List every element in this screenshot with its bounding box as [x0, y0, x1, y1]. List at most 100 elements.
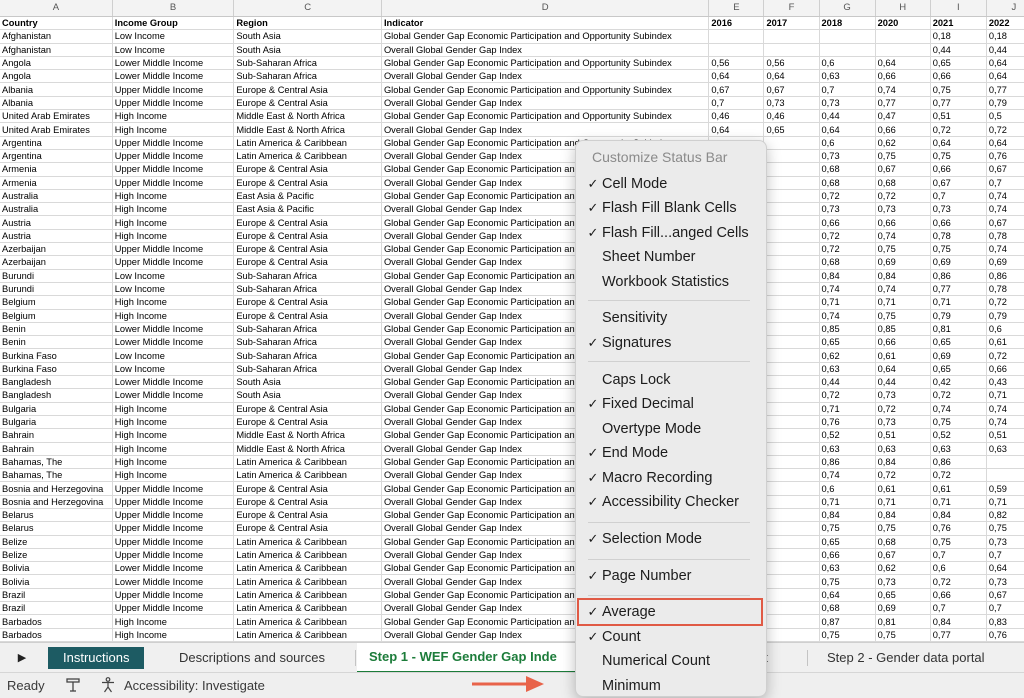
- table-cell[interactable]: 0,64: [763, 69, 820, 84]
- table-cell[interactable]: 0,66: [986, 362, 1024, 377]
- table-cell[interactable]: Upper Middle Income: [112, 548, 235, 563]
- table-cell[interactable]: 0,61: [930, 481, 987, 496]
- column-header[interactable]: E: [708, 0, 765, 17]
- table-cell[interactable]: 0,63: [819, 442, 876, 456]
- table-cell[interactable]: [763, 43, 820, 57]
- table-cell[interactable]: Afghanistan: [0, 29, 113, 44]
- table-cell[interactable]: Low Income: [112, 43, 235, 57]
- table-cell[interactable]: Brazil: [0, 601, 113, 616]
- table-cell[interactable]: Belarus: [0, 508, 113, 523]
- header-cell[interactable]: 2016: [708, 16, 765, 31]
- table-cell[interactable]: High Income: [112, 295, 235, 310]
- table-cell[interactable]: South Asia: [233, 375, 382, 390]
- table-cell[interactable]: 0,18: [986, 29, 1024, 44]
- table-cell[interactable]: Latin America & Caribbean: [233, 628, 382, 642]
- table-cell[interactable]: Belize: [0, 548, 113, 563]
- header-cell[interactable]: 2021: [930, 16, 987, 31]
- table-cell[interactable]: 0,73: [763, 96, 820, 111]
- scroll-tabs-right-icon[interactable]: ▶: [12, 650, 32, 666]
- table-cell[interactable]: [763, 495, 820, 509]
- table-cell[interactable]: 0,71: [875, 295, 931, 310]
- table-cell[interactable]: 0,63: [819, 69, 876, 84]
- table-cell[interactable]: Latin America & Caribbean: [233, 588, 382, 603]
- table-cell[interactable]: Sub-Saharan Africa: [233, 69, 382, 84]
- table-cell[interactable]: 0,69: [875, 255, 931, 270]
- table-cell[interactable]: 0,7: [986, 601, 1024, 616]
- menu-item-minimum[interactable]: Minimum: [578, 675, 764, 696]
- table-cell[interactable]: Latin America & Caribbean: [233, 601, 382, 616]
- table-cell[interactable]: 0,67: [986, 215, 1024, 230]
- table-cell[interactable]: 0,73: [819, 96, 876, 111]
- table-cell[interactable]: High Income: [112, 202, 235, 217]
- table-cell[interactable]: [763, 601, 820, 616]
- table-cell[interactable]: 0,61: [875, 348, 931, 363]
- table-cell[interactable]: 0,63: [986, 442, 1024, 456]
- table-cell[interactable]: Armenia: [0, 162, 113, 177]
- table-cell[interactable]: 0,82: [986, 508, 1024, 523]
- table-cell[interactable]: Upper Middle Income: [112, 176, 235, 190]
- accessibility-status[interactable]: Accessibility: Investigate: [124, 678, 265, 693]
- table-cell[interactable]: [763, 322, 820, 337]
- table-cell[interactable]: 0,73: [875, 388, 931, 403]
- table-cell[interactable]: Europe & Central Asia: [233, 96, 382, 111]
- table-cell[interactable]: [708, 43, 765, 57]
- table-cell[interactable]: [819, 43, 876, 57]
- table-cell[interactable]: 0,85: [819, 322, 876, 337]
- table-cell[interactable]: 0,71: [930, 495, 987, 509]
- table-cell[interactable]: Lower Middle Income: [112, 388, 235, 403]
- table-cell[interactable]: Middle East & North Africa: [233, 109, 382, 124]
- table-cell[interactable]: High Income: [112, 628, 235, 642]
- table-cell[interactable]: 0,87: [819, 614, 876, 629]
- table-cell[interactable]: 0,72: [819, 388, 876, 403]
- table-cell[interactable]: 0,51: [875, 428, 931, 443]
- table-cell[interactable]: 0,67: [986, 588, 1024, 603]
- table-cell[interactable]: [763, 375, 820, 390]
- table-cell[interactable]: East Asia & Pacific: [233, 189, 382, 204]
- table-cell[interactable]: Belgium: [0, 295, 113, 310]
- table-cell[interactable]: 0,68: [819, 601, 876, 616]
- table-cell[interactable]: 0,52: [819, 428, 876, 443]
- table-cell[interactable]: Upper Middle Income: [112, 521, 235, 536]
- table-cell[interactable]: Europe & Central Asia: [233, 176, 382, 190]
- table-cell[interactable]: United Arab Emirates: [0, 109, 113, 124]
- table-cell[interactable]: Middle East & North Africa: [233, 122, 382, 137]
- table-cell[interactable]: Europe & Central Asia: [233, 495, 382, 509]
- table-cell[interactable]: Azerbaijan: [0, 255, 113, 270]
- table-cell[interactable]: South Asia: [233, 43, 382, 57]
- table-cell[interactable]: [763, 215, 820, 230]
- table-cell[interactable]: Low Income: [112, 269, 235, 283]
- table-cell[interactable]: 0,63: [819, 362, 876, 377]
- table-cell[interactable]: Overall Global Gender Gap Index: [381, 69, 710, 84]
- column-header[interactable]: G: [819, 0, 876, 17]
- table-cell[interactable]: Middle East & North Africa: [233, 442, 382, 456]
- table-cell[interactable]: Australia: [0, 189, 113, 204]
- table-cell[interactable]: 0,77: [930, 96, 987, 111]
- table-cell[interactable]: Overall Global Gender Gap Index: [381, 96, 710, 111]
- menu-item-caps-lock[interactable]: Caps Lock: [578, 369, 764, 391]
- table-cell[interactable]: 0,61: [986, 335, 1024, 350]
- table-cell[interactable]: 0,71: [819, 295, 876, 310]
- table-cell[interactable]: High Income: [112, 415, 235, 430]
- table-cell[interactable]: 0,86: [819, 455, 876, 470]
- table-cell[interactable]: 0,74: [986, 202, 1024, 217]
- table-cell[interactable]: 0,18: [930, 29, 987, 44]
- table-cell[interactable]: 0,78: [986, 282, 1024, 297]
- menu-item-count[interactable]: ✓ Count: [578, 626, 764, 648]
- table-cell[interactable]: 0,84: [930, 508, 987, 523]
- table-cell[interactable]: 0,71: [819, 495, 876, 509]
- menu-item-end-mode[interactable]: ✓ End Mode: [578, 442, 764, 464]
- table-cell[interactable]: 0,75: [930, 242, 987, 257]
- table-cell[interactable]: 0,84: [875, 269, 931, 283]
- table-cell[interactable]: [763, 348, 820, 363]
- table-cell[interactable]: Austria: [0, 215, 113, 230]
- table-cell[interactable]: Sub-Saharan Africa: [233, 335, 382, 350]
- table-cell[interactable]: 0,7: [930, 601, 987, 616]
- table-cell[interactable]: Latin America & Caribbean: [233, 561, 382, 576]
- table-cell[interactable]: 0,65: [819, 535, 876, 549]
- table-cell[interactable]: 0,71: [986, 495, 1024, 509]
- macro-recording-icon[interactable]: [64, 676, 82, 694]
- menu-item-macro-recording[interactable]: ✓ Macro Recording: [578, 467, 764, 489]
- table-cell[interactable]: 0,66: [930, 69, 987, 84]
- table-cell[interactable]: [763, 428, 820, 443]
- table-cell[interactable]: 0,75: [819, 521, 876, 536]
